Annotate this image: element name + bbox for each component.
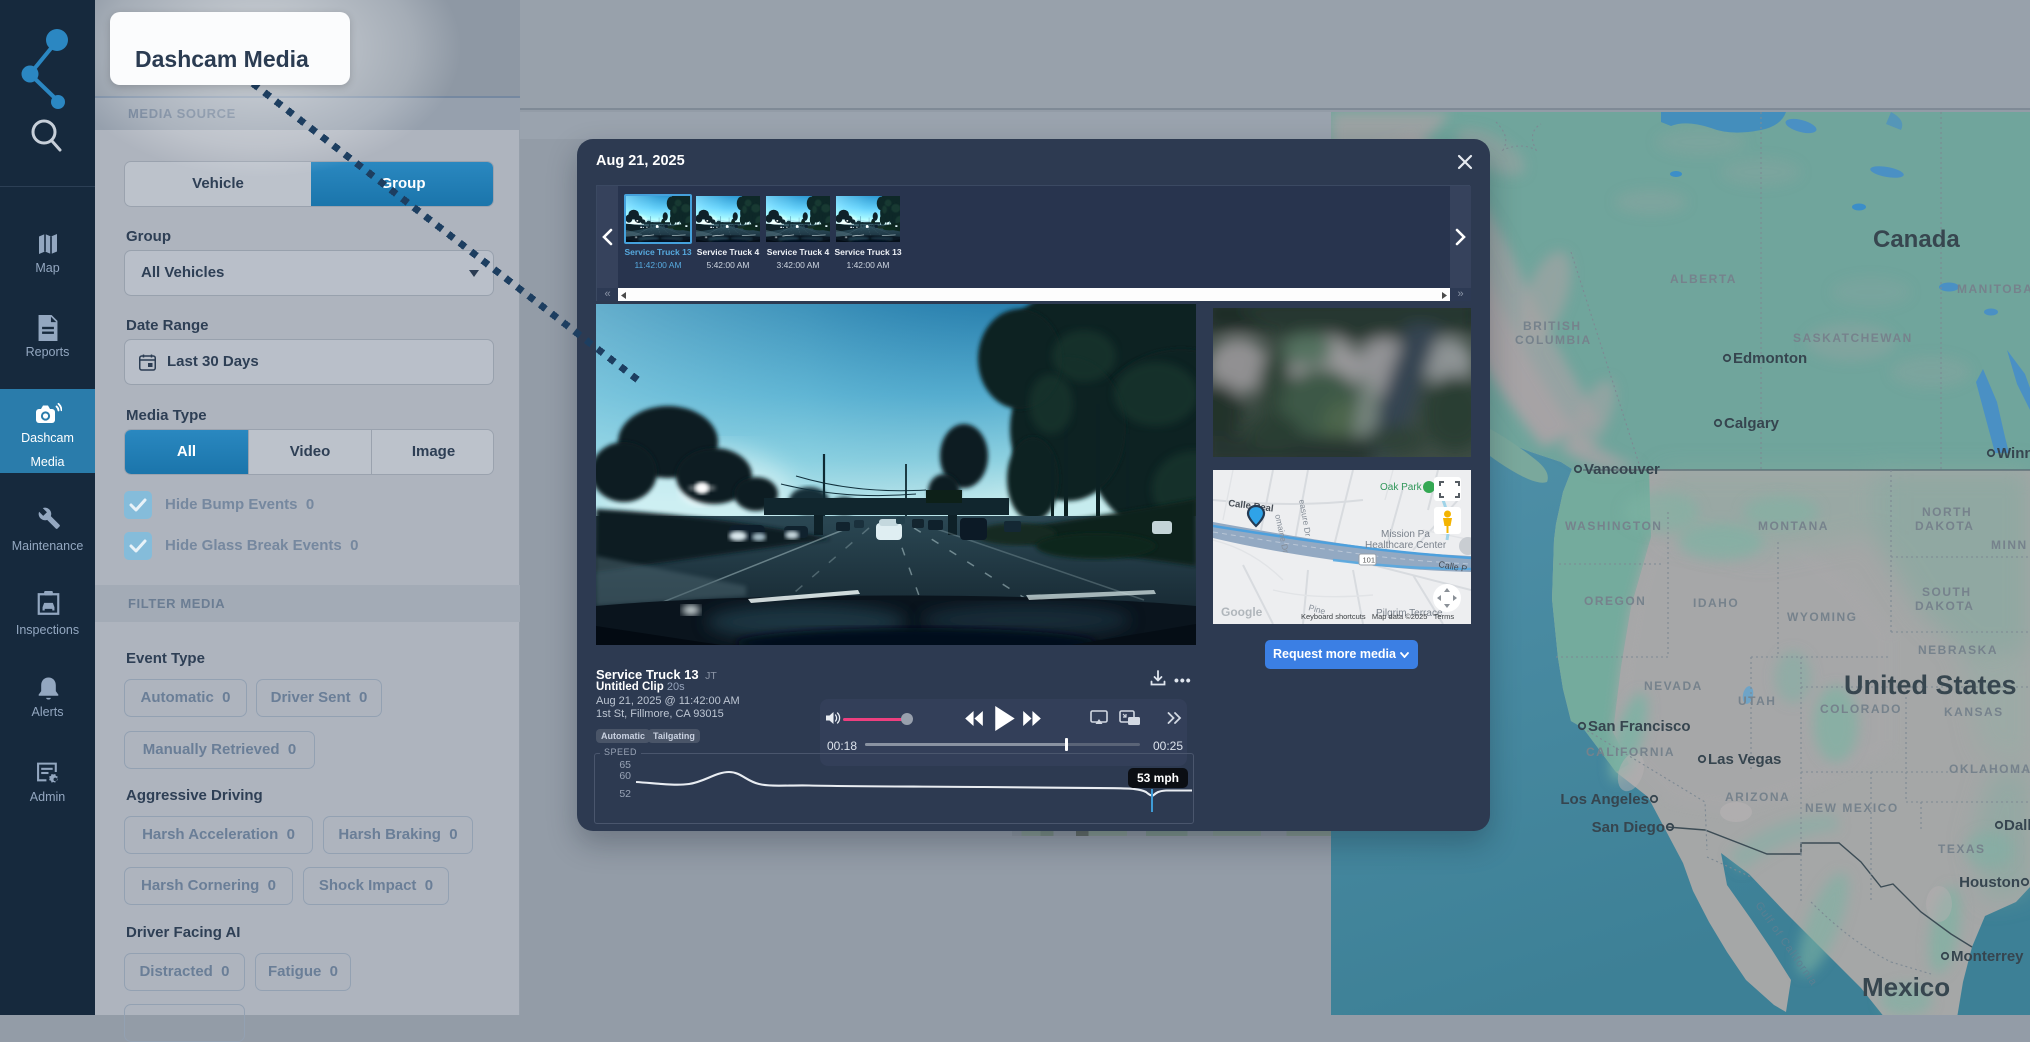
svg-text:United States: United States (1844, 670, 2017, 700)
svg-text:Mexico: Mexico (1862, 972, 1950, 1002)
svg-text:Calgary: Calgary (1724, 415, 1780, 432)
svg-text:BRITISH: BRITISH (1523, 319, 1582, 333)
svg-text:MINN: MINN (1991, 538, 2028, 552)
svg-text:NORTH: NORTH (1922, 505, 1972, 519)
svg-text:NEBRASKA: NEBRASKA (1918, 643, 1998, 657)
svg-text:WYOMING: WYOMING (1787, 610, 1858, 624)
svg-text:SOUTH: SOUTH (1922, 585, 1972, 599)
svg-text:Winni: Winni (1997, 445, 2030, 462)
svg-text:COLUMBIA: COLUMBIA (1515, 333, 1592, 347)
svg-text:OREGON: OREGON (1584, 594, 1646, 608)
svg-text:SASKATCHEWAN: SASKATCHEWAN (1793, 331, 1913, 345)
svg-text:ARIZONA: ARIZONA (1725, 790, 1790, 804)
svg-text:NEVADA: NEVADA (1644, 679, 1703, 693)
svg-text:Canada: Canada (1873, 226, 1960, 253)
svg-text:San Francisco: San Francisco (1588, 718, 1691, 735)
svg-text:Las Vegas: Las Vegas (1708, 751, 1781, 768)
svg-text:TEXAS: TEXAS (1938, 842, 1986, 856)
svg-text:Houston: Houston (1959, 874, 2020, 891)
svg-text:OKLAHOMA: OKLAHOMA (1949, 762, 2030, 776)
svg-text:KANSAS: KANSAS (1944, 705, 2004, 719)
svg-text:WASHINGTON: WASHINGTON (1565, 519, 1662, 533)
svg-text:Los Angeles: Los Angeles (1560, 791, 1649, 808)
svg-text:CALIFORNIA: CALIFORNIA (1586, 745, 1675, 759)
svg-text:Monterrey: Monterrey (1951, 948, 2024, 965)
svg-text:San Diego: San Diego (1592, 819, 1665, 836)
svg-text:UTAH: UTAH (1738, 694, 1776, 708)
svg-text:COLORADO: COLORADO (1820, 702, 1902, 716)
svg-text:DAKOTA: DAKOTA (1915, 519, 1974, 533)
svg-text:MANITOBA: MANITOBA (1957, 282, 2030, 296)
svg-text:NEW MEXICO: NEW MEXICO (1805, 801, 1899, 815)
svg-text:MONTANA: MONTANA (1758, 519, 1829, 533)
svg-text:ALBERTA: ALBERTA (1670, 272, 1737, 286)
svg-text:Edmonton: Edmonton (1733, 350, 1807, 367)
svg-text:Vancouver: Vancouver (1584, 461, 1660, 478)
svg-text:DAKOTA: DAKOTA (1915, 599, 1974, 613)
svg-text:Dall: Dall (2004, 817, 2030, 834)
svg-text:IDAHO: IDAHO (1693, 596, 1739, 610)
